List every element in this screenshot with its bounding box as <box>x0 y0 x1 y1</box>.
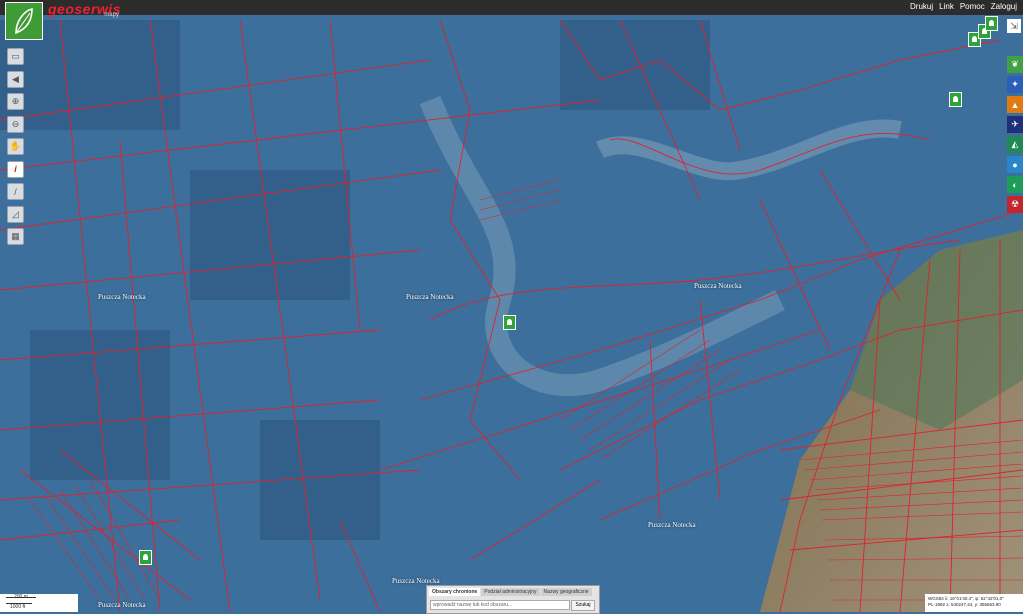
nature-leaf-icon: ❦ <box>1011 59 1019 69</box>
map-layers[interactable] <box>0 0 1023 612</box>
hiking-icon: ✦ <box>1011 79 1019 89</box>
layer-hazard-button[interactable]: ☢ <box>1007 196 1023 213</box>
zoom-in-icon: ⊕ <box>11 96 20 106</box>
protected-area-marker[interactable] <box>503 315 516 330</box>
previous-view-button[interactable]: ◀ <box>7 70 24 88</box>
tab-protected-areas[interactable]: Obszary chronione <box>429 588 481 596</box>
tab-admin-division[interactable]: Podział administracyjny <box>481 588 540 596</box>
tab-geo-names[interactable]: Nazwy geograficzne <box>540 588 592 596</box>
layer-water-button[interactable]: ● <box>1007 156 1023 173</box>
place-label: Puszcza Notecka <box>406 293 454 301</box>
zoom-in-button[interactable]: ⊕ <box>7 93 24 110</box>
search-panel: Obszary chronione Podział administracyjn… <box>426 585 600 614</box>
layer-bar: ❦ ✦ ▲ ✈ ◭ ● ◐ ☢ <box>1007 56 1023 216</box>
place-label: Puszcza Notecka <box>694 282 742 290</box>
link-link[interactable]: Link <box>939 2 954 11</box>
map-toolbar: ▭ ◀ ⊕ ⊖ ✋ i / ◿ ▦ <box>7 48 24 251</box>
measure-area-icon: ◿ <box>12 208 19 219</box>
hazard-icon: ☢ <box>1010 199 1020 209</box>
landscape-icon: ◭ <box>1011 139 1019 149</box>
place-label: Puszcza Notecka <box>392 577 440 585</box>
protected-area-marker[interactable] <box>949 92 962 107</box>
collapse-panel-button[interactable]: ⇲ <box>1007 19 1021 33</box>
search-button[interactable]: Szukaj <box>571 600 595 611</box>
gdos-logo[interactable] <box>5 2 43 40</box>
layer-aviation-button[interactable]: ✈ <box>1007 116 1023 133</box>
aircraft-icon: ✈ <box>1011 119 1019 129</box>
measure-area-button[interactable]: ◿ <box>7 205 24 223</box>
identify-button[interactable]: i <box>7 160 24 178</box>
coordinates-readout: WGS84 λ: 16°01'40.4", φ: 52°42'01.0" PL-… <box>925 594 1023 612</box>
place-label: Puszcza Notecka <box>98 601 146 609</box>
layer-globe-button[interactable]: ◐ <box>1007 176 1023 193</box>
print-map-button[interactable]: ▦ <box>7 228 24 245</box>
print-link[interactable]: Drukuj <box>910 2 933 11</box>
zoom-out-icon: ⊖ <box>11 118 20 129</box>
scale-bar: 200 m 1000 ft <box>0 594 78 612</box>
pan-extent-icon: ▭ <box>11 51 20 61</box>
search-input[interactable]: wprowadź nazwę lub kod obszaru... <box>430 600 570 610</box>
globe-icon: ◐ <box>1012 179 1018 190</box>
coords-pl1992: PL-1992 x: 540247.44, y: 355663.90 <box>928 602 1001 607</box>
layer-nature-button[interactable]: ❦ <box>1007 56 1023 73</box>
pan-button[interactable]: ✋ <box>7 138 24 155</box>
leaf-logo-icon <box>15 7 33 35</box>
place-label: Puszcza Notecka <box>648 521 696 529</box>
top-bar <box>0 0 1023 15</box>
login-link[interactable]: Zaloguj <box>991 2 1017 11</box>
layer-roads-button[interactable]: ▲ <box>1007 96 1023 113</box>
layer-tourism-button[interactable]: ✦ <box>1007 76 1023 93</box>
hand-pan-icon: ✋ <box>9 141 22 151</box>
place-label: Puszcza Notecka <box>98 293 146 301</box>
layer-landscape-button[interactable]: ◭ <box>1007 136 1023 153</box>
collapse-icon: ⇲ <box>1010 20 1018 31</box>
road-icon: ▲ <box>1010 99 1020 110</box>
water-drop-icon: ● <box>1012 159 1018 170</box>
protected-area-marker[interactable] <box>985 16 998 31</box>
measure-length-button[interactable]: / <box>7 183 24 200</box>
info-icon: i <box>14 164 17 174</box>
map-canvas[interactable] <box>0 0 1023 612</box>
full-extent-button[interactable]: ▭ <box>7 48 24 65</box>
print-map-icon: ▦ <box>11 231 20 241</box>
measure-length-icon: / <box>14 186 17 197</box>
back-arrow-icon: ◀ <box>12 73 19 84</box>
scale-label-imperial: 1000 ft <box>10 604 26 610</box>
scale-label-metric: 200 m <box>14 594 28 600</box>
top-menu: Drukuj Link Pomoc Zaloguj <box>910 2 1017 11</box>
search-tabs: Obszary chronione Podział administracyjn… <box>427 586 599 596</box>
brand-subtitle: mapy <box>104 12 119 18</box>
help-link[interactable]: Pomoc <box>960 2 985 11</box>
protected-area-marker[interactable] <box>139 550 152 565</box>
brand-logo[interactable]: geoserwis mapy <box>48 1 121 19</box>
zoom-out-button[interactable]: ⊖ <box>7 115 24 133</box>
